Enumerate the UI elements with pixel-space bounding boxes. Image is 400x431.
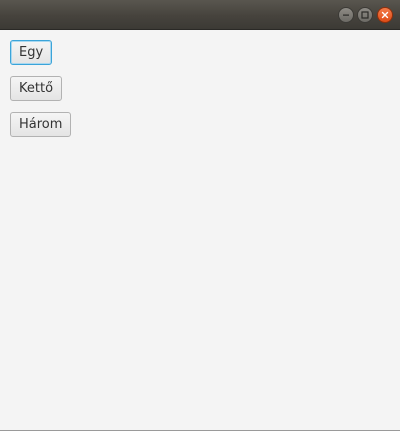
harom-button[interactable]: Három xyxy=(10,112,72,137)
close-icon xyxy=(381,11,389,19)
window-content: Egy Kettő Három xyxy=(0,30,400,430)
minimize-button[interactable] xyxy=(338,7,354,23)
close-button[interactable] xyxy=(377,7,393,23)
maximize-button[interactable] xyxy=(357,7,373,23)
egy-button[interactable]: Egy xyxy=(10,40,53,65)
title-bar[interactable] xyxy=(0,0,400,30)
maximize-icon xyxy=(361,11,369,19)
minimize-icon xyxy=(343,14,349,16)
app-window: Egy Kettő Három xyxy=(0,0,400,431)
ketto-button[interactable]: Kettő xyxy=(10,76,63,101)
